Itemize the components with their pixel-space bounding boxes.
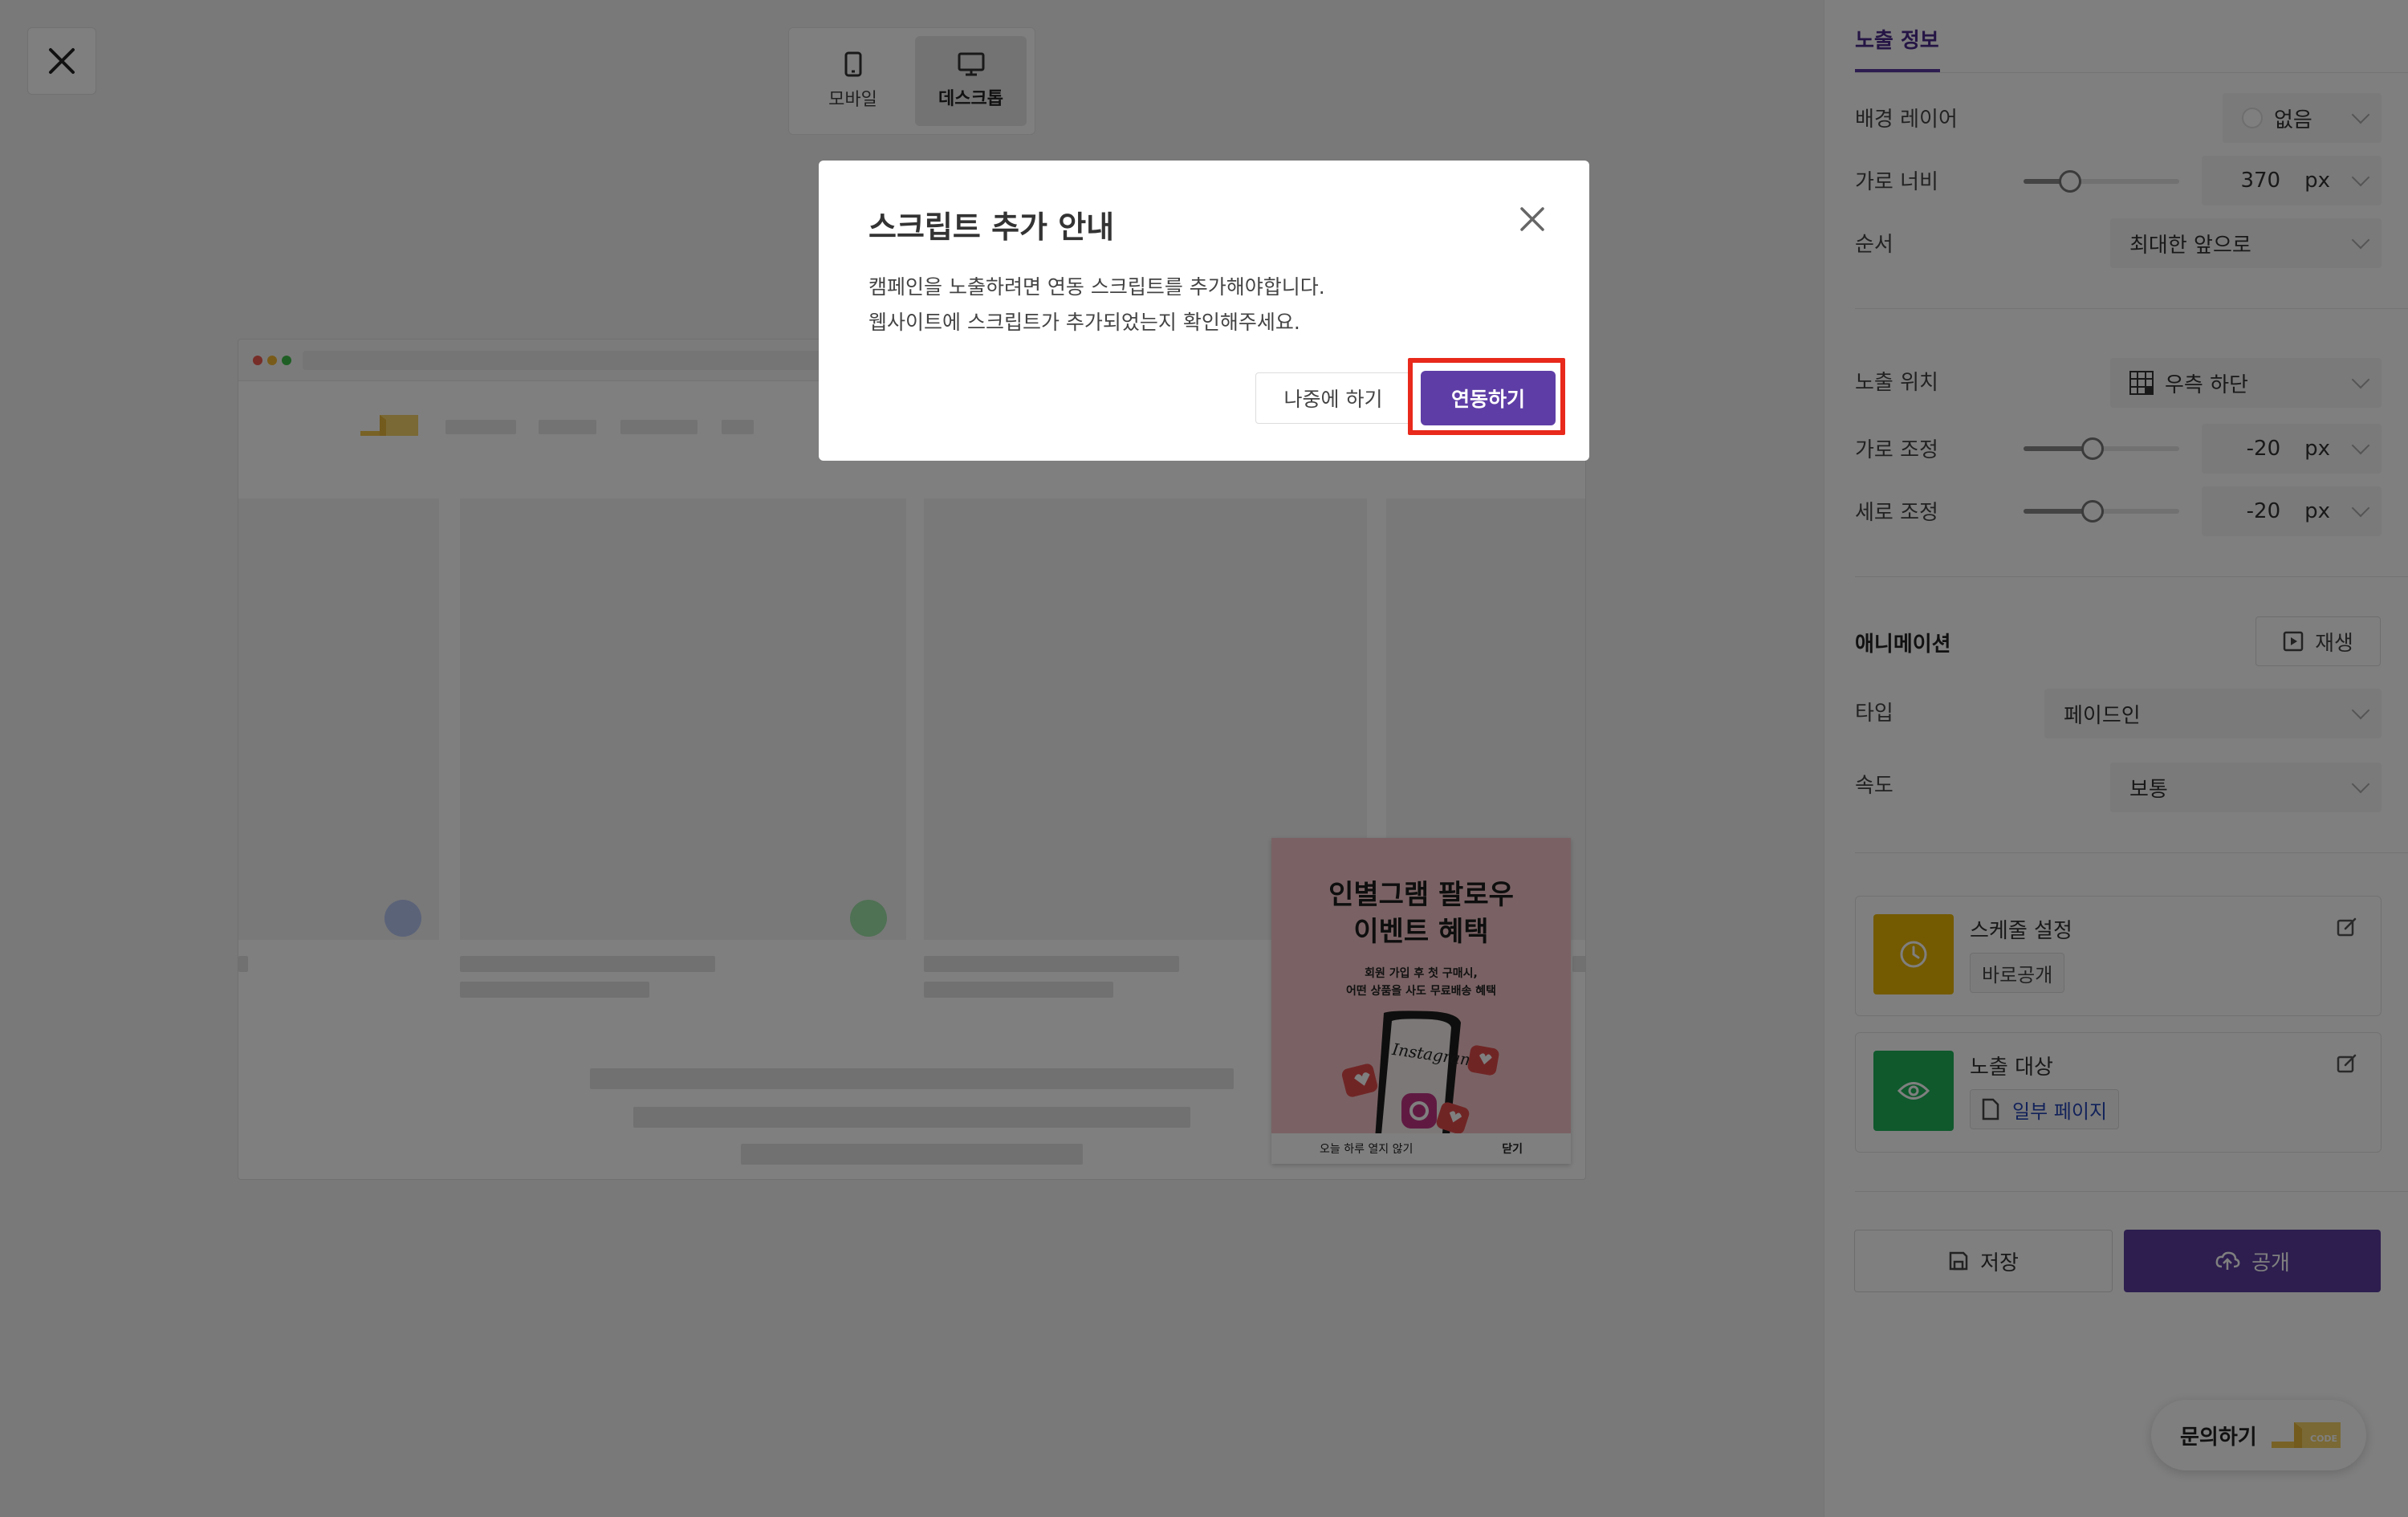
- modal-message-line1: 캠페인을 노출하려면 연동 스크립트를 추가해야합니다.: [868, 275, 1325, 299]
- modal-title: 스크립트 추가 안내: [868, 209, 1115, 245]
- modal-message: 캠페인을 노출하려면 연동 스크립트를 추가해야합니다. 웹사이트에 스크립트가…: [868, 270, 1325, 340]
- later-button[interactable]: 나중에 하기: [1255, 372, 1411, 424]
- modal-message-line2: 웹사이트에 스크립트가 추가되었는지 확인해주세요.: [868, 311, 1300, 334]
- modal-close-icon[interactable]: [1515, 202, 1549, 236]
- connect-button-highlight: [1408, 358, 1565, 435]
